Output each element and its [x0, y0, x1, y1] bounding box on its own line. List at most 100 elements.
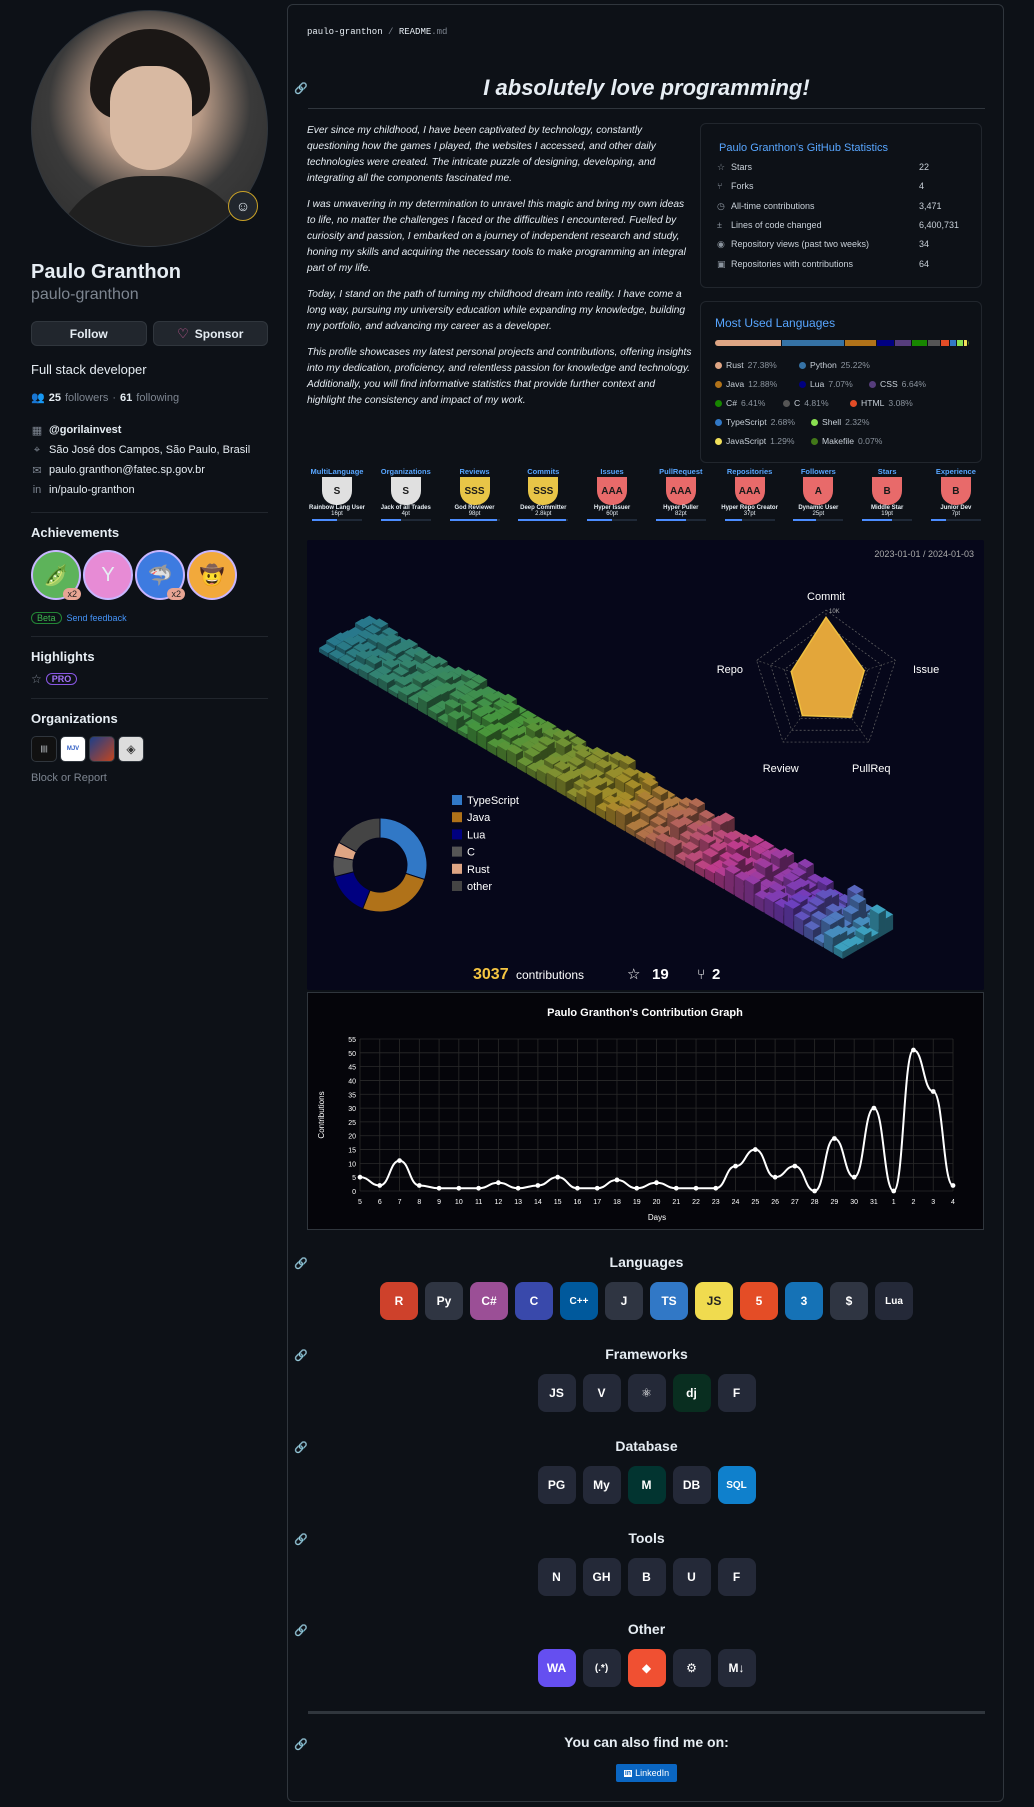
stats-value: 22	[919, 162, 930, 172]
markdown-icon[interactable]: M↓	[717, 1649, 756, 1687]
trophy-experience[interactable]: Experience B Junior Dev 7pt	[924, 467, 988, 535]
neovim-icon[interactable]: N	[537, 1558, 576, 1596]
breadcrumb-owner[interactable]: paulo-granthon	[307, 27, 383, 37]
follow-button[interactable]: Follow	[31, 321, 147, 346]
trophies-row[interactable]: MultiLanguage S Rainbow Lang User 16pt Organ…	[305, 467, 988, 535]
sponsor-button[interactable]: ♡ Sponsor	[152, 321, 268, 346]
trophy-progress	[587, 519, 638, 521]
javascript-icon[interactable]: JS	[695, 1282, 733, 1320]
github-stats-card[interactable]: Paulo Granthon's GitHub Statistics ☆ Star…	[700, 123, 982, 288]
html-icon[interactable]: 5	[740, 1282, 778, 1320]
github-actions-icon[interactable]: ⚙	[672, 1649, 711, 1687]
linkedin-badge[interactable]: in LinkedIn	[616, 1764, 677, 1782]
block-or-report-link[interactable]: Block or Report	[31, 772, 268, 784]
python-icon[interactable]: Py	[425, 1282, 463, 1320]
lua-icon[interactable]: Lua	[875, 1282, 913, 1320]
nodejs-icon[interactable]: JS	[537, 1374, 576, 1412]
achievement-multiplier: x2	[167, 588, 185, 600]
x-tick-label: 24	[732, 1199, 740, 1206]
anchor-link-icon[interactable]: 🔗	[294, 1624, 308, 1637]
pair-extraordinaire-icon[interactable]: 🫛 x2	[31, 550, 81, 600]
repo-icon: ▣	[717, 258, 726, 269]
cpp-icon[interactable]: C++	[560, 1282, 598, 1320]
trophy-pullrequest[interactable]: PullRequest AAA Hyper Puller 82pt	[649, 467, 713, 535]
languages-bar-segment	[911, 340, 928, 346]
language-pct: 12.88%	[748, 379, 778, 389]
yolo-icon[interactable]: Y	[83, 550, 133, 600]
anchor-link-icon[interactable]: 🔗	[294, 1257, 308, 1270]
c-icon[interactable]: C	[515, 1282, 553, 1320]
trophy-commits[interactable]: Commits SSS Deep Committer 2.8kpt	[511, 467, 575, 535]
following-label[interactable]: following	[136, 392, 179, 404]
org-avatar-3[interactable]	[89, 736, 115, 762]
contribution-graph-card[interactable]: Paulo Granthon's Contribution Graph 0 5 10 1…	[307, 992, 984, 1230]
language-color-dot	[850, 399, 857, 407]
language-pct: 2.68%	[770, 417, 795, 427]
stats-row: ± Lines of code changed 6,400,731	[717, 220, 967, 230]
mongodb-icon[interactable]: M	[627, 1466, 666, 1504]
org-avatar-4[interactable]: ◈	[118, 736, 144, 762]
stats-value: 34	[919, 239, 930, 250]
data-point	[752, 1147, 758, 1152]
org-avatar-1[interactable]: ||||	[31, 736, 57, 762]
trophy-progress	[655, 519, 706, 521]
anchor-link-icon[interactable]: 🔗	[294, 1349, 308, 1362]
followers-count[interactable]: 25	[49, 392, 61, 404]
unity-icon[interactable]: U	[672, 1558, 711, 1596]
blender-icon[interactable]: B	[627, 1558, 666, 1596]
most-used-languages-card[interactable]: Most Used Languages Rust 27.38% Python 25.2…	[700, 301, 982, 463]
webassembly-icon[interactable]: WA	[537, 1649, 576, 1687]
org-avatar-2[interactable]: MJV	[60, 736, 86, 762]
linkedin-item[interactable]: in in/paulo-granthon	[31, 480, 268, 500]
status-emoji-icon[interactable]: ☺	[228, 191, 258, 221]
trophy-repositories[interactable]: Repositories AAA Hyper Repo Creator 37pt	[718, 467, 782, 535]
java-icon[interactable]: J	[605, 1282, 643, 1320]
regex-icon[interactable]: (.*)	[582, 1649, 621, 1687]
typescript-icon[interactable]: TS	[650, 1282, 688, 1320]
oracle-db-icon[interactable]: DB	[672, 1466, 711, 1504]
tools-icons: N GH B U F	[308, 1558, 985, 1596]
trophy-multilanguage[interactable]: MultiLanguage S Rainbow Lang User 16pt	[305, 467, 369, 535]
y-tick-label: 15	[348, 1148, 356, 1155]
following-count[interactable]: 61	[120, 392, 132, 404]
github-icon[interactable]: GH	[582, 1558, 621, 1596]
sqlite-icon[interactable]: SQL	[717, 1466, 756, 1504]
data-point	[871, 1105, 877, 1111]
rust-icon[interactable]: R	[380, 1282, 418, 1320]
postgresql-icon[interactable]: PG	[537, 1466, 576, 1504]
bash-icon[interactable]: $	[830, 1282, 868, 1320]
csharp-icon[interactable]: C#	[470, 1282, 508, 1320]
trophy-issues[interactable]: Issues AAA Hyper Issuer 60pt	[580, 467, 644, 535]
quickdraw-icon[interactable]: 🤠	[187, 550, 237, 600]
anchor-link-icon[interactable]: 🔗	[294, 1441, 308, 1454]
trophy-followers[interactable]: Followers A Dynamic User 25pt	[786, 467, 850, 535]
radar-label-repo: Repo	[717, 664, 743, 676]
mysql-icon[interactable]: My	[582, 1466, 621, 1504]
x-tick-label: 15	[554, 1199, 562, 1206]
breadcrumb-file[interactable]: README	[399, 27, 431, 37]
donut-legend-label: Rust	[467, 864, 490, 876]
company-item[interactable]: ▦ @gorilainvest	[31, 420, 268, 440]
trophy-stars[interactable]: Stars B Middle Star 19pt	[855, 467, 919, 535]
react-icon[interactable]: ⚛	[627, 1374, 666, 1412]
shark-icon[interactable]: 🦈 x2	[135, 550, 185, 600]
isometric-contribution-card[interactable]: 2023-01-01 / 2024-01-03 Commit Issue PullRe…	[307, 540, 984, 990]
anchor-link-icon[interactable]: 🔗	[294, 1533, 308, 1546]
stats-row: ☆ Stars 22	[717, 162, 967, 173]
language-color-dot	[811, 437, 818, 445]
git-icon[interactable]: ◆	[627, 1649, 666, 1687]
send-feedback-link[interactable]: Send feedback	[67, 613, 127, 623]
trophy-organizations[interactable]: Organizations S Jack of all Trades 4pt	[374, 467, 438, 535]
figma-icon[interactable]: F	[717, 1558, 756, 1596]
email-item[interactable]: ✉ paulo.granthon@fatec.sp.gov.br	[31, 460, 268, 480]
css-icon[interactable]: 3	[785, 1282, 823, 1320]
find-me-heading: You can also find me on:	[564, 1734, 729, 1750]
trophy-reviews[interactable]: Reviews SSS God Reviewer 98pt	[443, 467, 507, 535]
followers-label[interactable]: followers	[65, 392, 108, 404]
vue-icon[interactable]: V	[582, 1374, 621, 1412]
anchor-link-icon[interactable]: 🔗	[294, 1738, 308, 1751]
star-icon: ☆	[31, 672, 42, 686]
anchor-link-icon[interactable]: 🔗	[294, 82, 308, 95]
django-icon[interactable]: dj	[672, 1374, 711, 1412]
flask-icon[interactable]: F	[717, 1374, 756, 1412]
